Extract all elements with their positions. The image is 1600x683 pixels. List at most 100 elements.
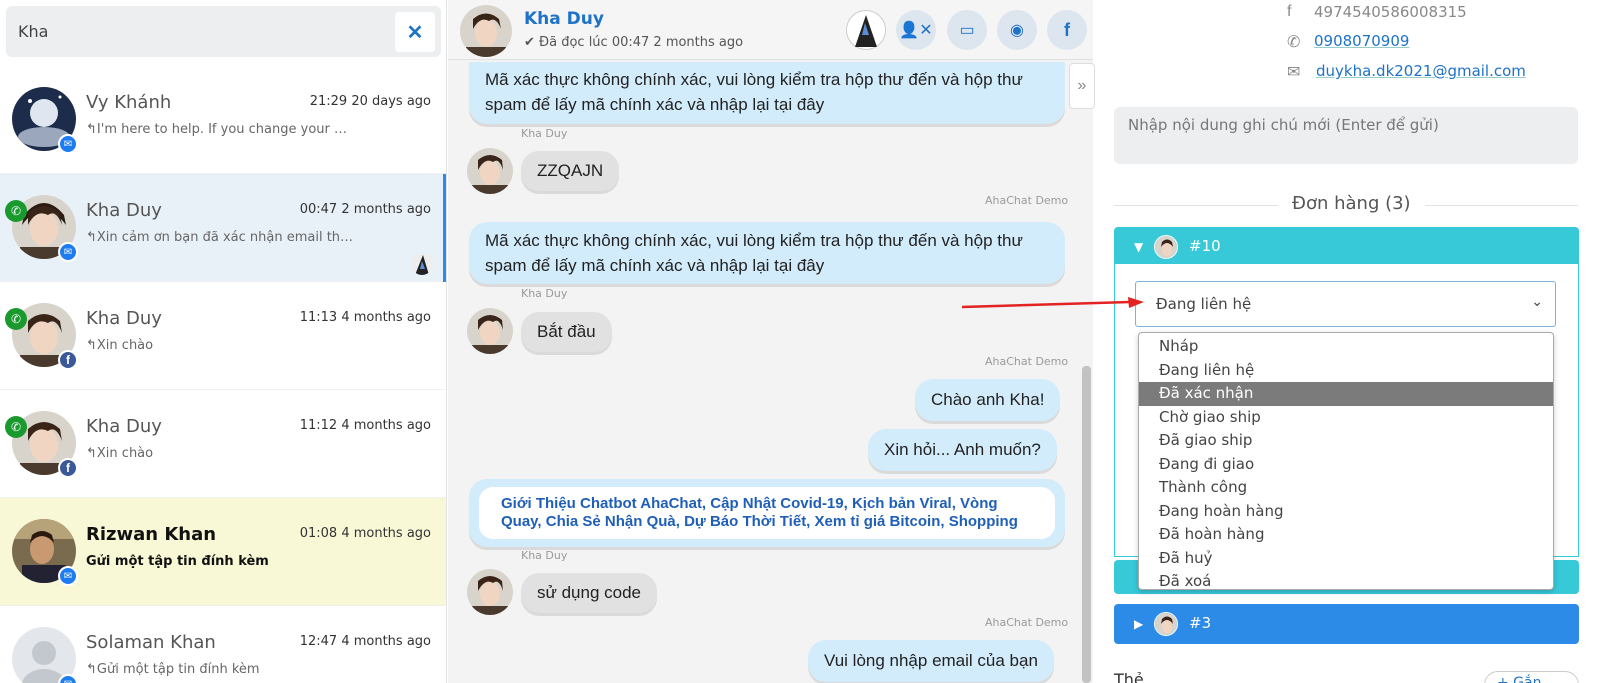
email-icon: ✉	[1287, 64, 1301, 81]
phone-link[interactable]: 0908070909	[1314, 32, 1409, 50]
reply-icon: ↰	[86, 230, 97, 245]
conversation-item[interactable]: ✆ f Kha Duy 11:12 4 months ago ↰Xin chào	[0, 390, 446, 498]
message-time: 12:47 4 months ago	[299, 634, 431, 649]
clear-search-button[interactable]: ✕	[395, 12, 435, 52]
message-bubble: Mã xác thực không chính xác, vui lòng ki…	[469, 62, 1065, 124]
status-option[interactable]: Đang liên hệ	[1139, 359, 1553, 383]
facebook-icon: f	[1064, 19, 1070, 40]
message-bubble: Vui lòng nhập email của bạn	[808, 640, 1054, 682]
message-preview: ↰Gửi một tập tin đính kèm	[86, 662, 260, 677]
message-preview: Gửi một tập tin đính kèm	[86, 554, 269, 569]
conversation-item[interactable]: ✉ Vy Khánh 21:29 20 days ago ↰I'm here t…	[0, 66, 446, 174]
status-option[interactable]: Đã hoàn hàng	[1139, 523, 1553, 547]
message-time: 00:47 2 months ago	[299, 202, 431, 217]
avatar	[467, 569, 513, 615]
avatar	[467, 308, 513, 354]
tags-title: Thẻ	[1114, 670, 1144, 683]
chevron-down-icon: ⌄	[1531, 294, 1543, 310]
phone-icon: ✆	[5, 200, 27, 222]
email-link[interactable]: duykha.dk2021@gmail.com	[1316, 62, 1526, 80]
order-status-select[interactable]: Đang liên hệ ⌄	[1135, 281, 1556, 327]
message-preview: ↰Xin chào	[86, 446, 154, 461]
selected-status: Đang liên hệ	[1156, 295, 1252, 313]
status-option[interactable]: Thành công	[1139, 476, 1553, 500]
hide-button[interactable]: ◉	[997, 10, 1037, 50]
sender-label: AhaChat Demo	[985, 194, 1069, 207]
contact-name: Kha Duy	[86, 308, 162, 329]
messenger-icon: ✉	[58, 674, 78, 683]
quick-reply-text[interactable]: Giới Thiệu Chatbot AhaChat, Cập Nhật Cov…	[479, 487, 1055, 539]
message-bubble: Chào anh Kha!	[915, 379, 1061, 421]
messenger-icon: ✉	[58, 566, 78, 586]
contact-name: Solaman Khan	[86, 632, 216, 653]
reply-icon: ↰	[86, 338, 97, 353]
agent-avatar	[411, 253, 433, 275]
status-option[interactable]: Chờ giao ship	[1139, 406, 1553, 430]
message-bubble: Bắt đầu	[521, 312, 612, 352]
status-option[interactable]: Đã xoá	[1139, 570, 1553, 594]
avatar	[1154, 235, 1178, 259]
annotation-arrow	[962, 297, 1144, 309]
conversation-item[interactable]: ✉ Solaman Khan 12:47 4 months ago ↰Gửi m…	[0, 606, 446, 683]
active-indicator	[443, 174, 446, 282]
status-option[interactable]: Đang đi giao	[1139, 453, 1553, 477]
collapse-panel-button[interactable]: »	[1069, 63, 1095, 109]
read-status: ✔ Đã đọc lúc 00:47 2 months ago	[524, 35, 744, 50]
facebook-button[interactable]: f	[1047, 10, 1087, 50]
phone-icon: ✆	[5, 416, 27, 438]
inbox-icon: ▭	[959, 22, 975, 39]
chat-header: Kha Duy ✔ Đã đọc lúc 00:47 2 months ago …	[448, 0, 1093, 60]
eye-slash-icon: ◉	[1010, 22, 1024, 39]
order-header[interactable]: ▼ #10	[1114, 227, 1579, 267]
orders-title: Đơn hàng (3)	[1278, 193, 1425, 214]
message-preview: ↰Xin chào	[86, 338, 154, 353]
status-option[interactable]: Đã giao ship	[1139, 429, 1553, 453]
quick-reply-card: Giới Thiệu Chatbot AhaChat, Cập Nhật Cov…	[469, 479, 1065, 547]
app: ✕ ✉ Vy Khánh 21:29 20 days ago ↰I'm here…	[0, 0, 1600, 683]
user-block-button[interactable]: 👤✕	[896, 10, 936, 50]
message-bubble: ZZQAJN	[521, 151, 620, 191]
note-input[interactable]: Nhập nội dung ghi chú mới (Enter để gửi)	[1114, 107, 1578, 164]
search-input[interactable]	[6, 22, 376, 41]
messenger-icon: ✉	[58, 242, 78, 262]
status-option-highlighted[interactable]: Đã xác nhận	[1139, 382, 1553, 406]
caret-down-icon: ▼	[1134, 240, 1144, 254]
sender-label: AhaChat Demo	[985, 616, 1069, 629]
message-time: 01:08 4 months ago	[299, 526, 431, 541]
assigned-agent-avatar[interactable]	[846, 10, 886, 50]
conversation-item[interactable]: ✆ ✉ Kha Duy 00:47 2 months ago ↰Xin cảm …	[0, 174, 446, 282]
status-option[interactable]: Đã huỷ	[1139, 547, 1553, 571]
close-icon: ✕	[406, 21, 424, 44]
order-number: #3	[1189, 614, 1212, 632]
contact-name: Kha Duy	[86, 200, 162, 221]
reply-icon: ↰	[86, 446, 97, 461]
conversation-item[interactable]: ✆ f Kha Duy 11:13 4 months ago ↰Xin chào	[0, 282, 446, 390]
avatar	[1154, 612, 1178, 636]
status-option[interactable]: Nháp	[1139, 335, 1553, 359]
chat-scrollbar[interactable]	[1082, 366, 1091, 683]
user-remove-icon: 👤✕	[899, 22, 933, 39]
chat-contact-name[interactable]: Kha Duy	[524, 9, 604, 29]
add-tag-button[interactable]: + Gắn thẻ	[1484, 671, 1579, 683]
conversation-item[interactable]: ✉ Rizwan Khan 01:08 4 months ago Gửi một…	[0, 498, 446, 606]
reply-icon: ↰	[86, 122, 97, 137]
avatar	[467, 148, 513, 194]
facebook-icon: f	[58, 350, 78, 370]
status-dropdown: Nháp Đang liên hệ Đã xác nhận Chờ giao s…	[1138, 332, 1554, 590]
sender-label: AhaChat Demo	[985, 355, 1069, 368]
phone-icon: ✆	[1287, 34, 1301, 51]
contact-name: Kha Duy	[86, 416, 162, 437]
phone-icon: ✆	[5, 308, 27, 330]
message-bubble: Mã xác thực không chính xác, vui lòng ki…	[469, 222, 1065, 284]
reply-icon: ↰	[86, 662, 97, 677]
sender-label: Kha Duy	[521, 549, 568, 562]
status-option[interactable]: Đang hoàn hàng	[1139, 500, 1553, 524]
message-time: 21:29 20 days ago	[309, 94, 431, 109]
search-bar: ✕	[6, 6, 441, 57]
inbox-button[interactable]: ▭	[947, 10, 987, 50]
chevrons-right-icon: »	[1077, 77, 1087, 94]
message-preview: ↰Xin cảm ơn bạn đã xác nhận email th…	[86, 230, 354, 245]
order-header[interactable]: ▶ #3	[1114, 604, 1579, 644]
check-icon: ✔	[524, 35, 540, 50]
sender-label: Kha Duy	[521, 287, 568, 300]
